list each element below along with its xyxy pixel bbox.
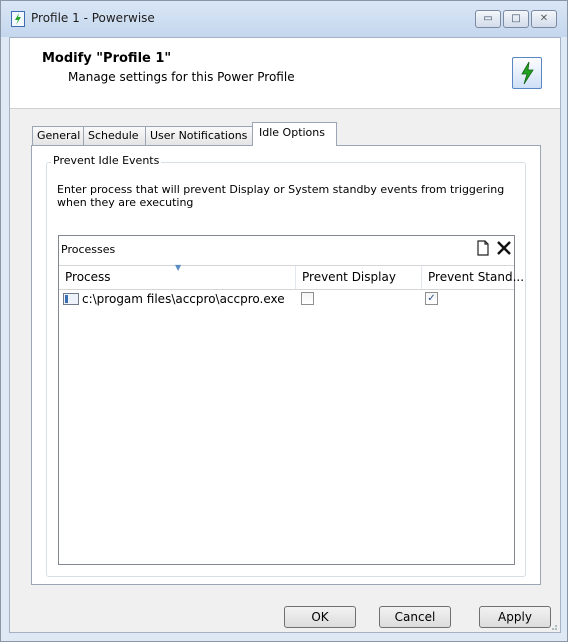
minimize-icon: ▭ (483, 13, 493, 24)
prevent-standby-checkbox[interactable]: ✓ (425, 292, 438, 305)
dialog-window: Profile 1 - Powerwise ▭ □ ✕ Modify "Prof… (0, 0, 568, 642)
window-title: Profile 1 - Powerwise (31, 11, 155, 25)
dialog-content: Modify "Profile 1" Manage settings for t… (9, 37, 561, 633)
new-document-icon[interactable] (475, 239, 491, 257)
maximize-icon: □ (511, 13, 521, 24)
column-prevent-display[interactable]: Prevent Display (296, 266, 422, 289)
group-description: Enter process that will prevent Display … (57, 183, 505, 209)
ok-button[interactable]: OK (284, 606, 356, 628)
process-path: c:\progam files\accpro\accpro.exe (82, 292, 285, 306)
column-prevent-standby[interactable]: Prevent Stand... (422, 266, 528, 289)
application-icon (63, 293, 79, 305)
tab-user-notifications[interactable]: User Notifications (145, 126, 253, 145)
prevent-display-checkbox[interactable] (301, 292, 314, 305)
idle-options-panel: Prevent Idle Events Enter process that w… (31, 145, 541, 585)
processes-column-header: Process ▼ Prevent Display Prevent Stand.… (59, 263, 524, 290)
table-row[interactable]: c:\progam files\accpro\accpro.exe ✓ (59, 289, 514, 309)
sort-descending-icon: ▼ (175, 263, 182, 272)
app-icon (11, 11, 25, 27)
title-bar[interactable]: Profile 1 - Powerwise ▭ □ ✕ (1, 1, 567, 37)
maximize-button[interactable]: □ (503, 10, 529, 28)
close-icon: ✕ (539, 13, 549, 24)
tab-general[interactable]: General (32, 126, 84, 145)
delete-x-icon[interactable] (495, 239, 513, 257)
processes-list[interactable]: Processes Process ▼ Prevent Display Prev… (58, 235, 524, 565)
close-button[interactable]: ✕ (531, 10, 557, 28)
page-title: Modify "Profile 1" (42, 51, 172, 66)
dialog-header: Modify "Profile 1" Manage settings for t… (10, 38, 560, 109)
minimize-button[interactable]: ▭ (475, 10, 501, 28)
resize-grip-icon[interactable] (548, 620, 558, 630)
tab-schedule[interactable]: Schedule (83, 126, 146, 145)
page-subtitle: Manage settings for this Power Profile (68, 70, 295, 84)
prevent-idle-events-group: Prevent Idle Events Enter process that w… (46, 154, 526, 577)
power-profile-icon (512, 57, 542, 89)
cancel-button[interactable]: Cancel (379, 606, 451, 628)
processes-title: Processes (61, 243, 116, 256)
apply-button[interactable]: Apply (479, 606, 551, 628)
tab-idle-options[interactable]: Idle Options (252, 122, 337, 146)
group-legend: Prevent Idle Events (51, 154, 162, 167)
